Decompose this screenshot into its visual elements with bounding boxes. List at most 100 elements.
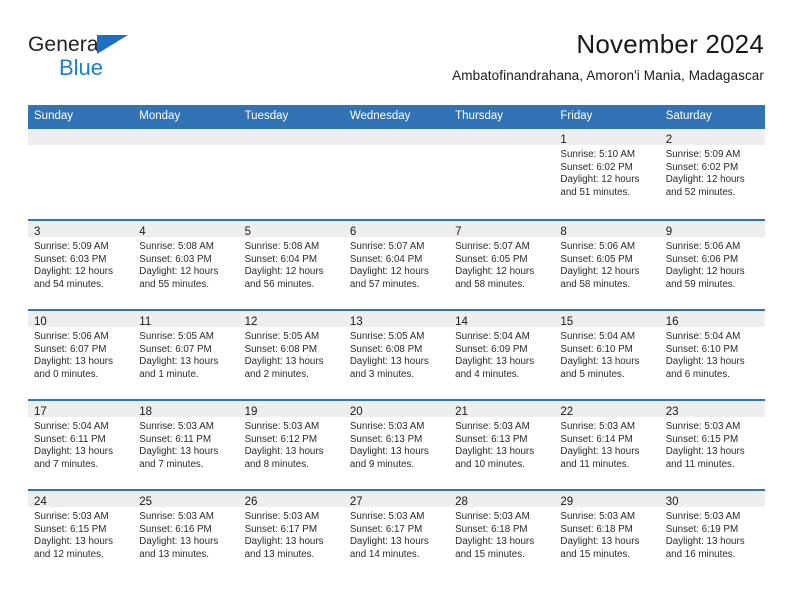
daylight-text-line1: Daylight: 12 hours [244,266,324,278]
day-sun-info: Sunrise: 5:03 AM Sunset: 6:18 PM Daylight:… [554,507,659,561]
daylight-text-line2: and 3 minutes. [349,368,415,380]
sunset-text: Sunset: 6:07 PM [139,343,212,355]
weekday-header-wednesday: Wednesday [349,110,411,122]
sunrise-text: Sunrise: 5:03 AM [560,511,636,522]
daylight-text-line2: and 51 minutes. [560,186,631,198]
calendar-day-cell[interactable]: 11 Sunrise: 5:05 AM Sunset: 6:07 PM Dayligh… [133,311,239,399]
daylight-text-line1: Daylight: 13 hours [34,356,113,368]
brand-logo[interactable]: General Blue [28,34,208,90]
page-title: November 2024 [576,29,764,59]
day-number-band: 7 [449,221,555,238]
calendar-day-cell[interactable]: 20 Sunrise: 5:03 AM Sunset: 6:13 PM Dayligh… [343,401,450,489]
calendar-day-cell[interactable]: 1 Sunrise: 5:10 AM Sunset: 6:02 PM Daylight… [554,129,660,219]
calendar-body: 1 Sunrise: 5:10 AM Sunset: 6:02 PM Daylight… [28,129,765,579]
brand-name-blue: Blue [59,55,104,80]
day-sun-info: Sunrise: 5:06 AM Sunset: 6:06 PM Daylight:… [660,237,765,291]
calendar-day-cell[interactable]: 14 Sunrise: 5:04 AM Sunset: 6:09 PM Dayligh… [449,311,555,399]
calendar-day-cell[interactable]: 27 Sunrise: 5:03 AM Sunset: 6:17 PM Dayligh… [343,491,450,579]
calendar-day-cell[interactable]: 28 Sunrise: 5:03 AM Sunset: 6:18 PM Dayligh… [449,491,555,579]
page-header: General Blue November 2024 Ambatofinandr… [28,28,764,96]
triangle-icon [97,35,128,54]
daylight-text-line1: Daylight: 13 hours [560,536,640,548]
day-sun-info: Sunrise: 5:03 AM Sunset: 6:16 PM Daylight:… [133,507,238,561]
sunset-text: Sunset: 6:08 PM [244,343,317,355]
daylight-text-line1: Daylight: 13 hours [349,446,429,458]
calendar-day-cell[interactable]: 22 Sunrise: 5:03 AM Sunset: 6:14 PM Dayligh… [554,401,660,489]
daylight-text-line2: and 13 minutes. [139,548,209,560]
calendar-day-cell[interactable]: 19 Sunrise: 5:03 AM Sunset: 6:12 PM Dayligh… [238,401,344,489]
daylight-text-line2: and 12 minutes. [34,548,104,560]
day-number-band: 22 [554,401,660,418]
calendar-day-cell[interactable]: 6 Sunrise: 5:07 AM Sunset: 6:04 PM Daylight… [343,221,450,309]
daylight-text-line1: Daylight: 13 hours [34,536,113,548]
sunrise-text: Sunrise: 5:10 AM [560,149,636,160]
calendar-day-cell[interactable]: 13 Sunrise: 5:05 AM Sunset: 6:08 PM Dayligh… [343,311,450,399]
day-sun-info: Sunrise: 5:03 AM Sunset: 6:13 PM Daylight:… [344,417,449,471]
day-sun-info: Sunrise: 5:03 AM Sunset: 6:19 PM Daylight:… [660,507,765,561]
daylight-text-line1: Daylight: 12 hours [349,266,429,278]
calendar-day-cell[interactable]: 10 Sunrise: 5:06 AM Sunset: 6:07 PM Dayligh… [28,311,134,399]
sunset-text: Sunset: 6:11 PM [34,433,106,445]
day-number: 23 [665,406,679,418]
calendar-day-cell[interactable]: 23 Sunrise: 5:03 AM Sunset: 6:15 PM Dayligh… [659,401,765,489]
sunset-text: Sunset: 6:14 PM [560,433,633,445]
calendar-day-cell[interactable]: 30 Sunrise: 5:03 AM Sunset: 6:19 PM Dayligh… [659,491,765,579]
calendar-day-cell[interactable]: 26 Sunrise: 5:03 AM Sunset: 6:17 PM Dayligh… [238,491,344,579]
day-number-band: 11 [133,311,239,328]
daylight-text-line1: Daylight: 12 hours [665,266,745,278]
calendar-day-cell[interactable]: 24 Sunrise: 5:03 AM Sunset: 6:15 PM Dayligh… [28,491,134,579]
sunset-text: Sunset: 6:17 PM [244,523,317,535]
page-subtitle: Ambatofinandrahana, Amoron'i Mania, Mada… [452,68,764,83]
day-number: 18 [139,406,153,418]
day-number-band [343,129,450,145]
calendar-day-cell[interactable]: 21 Sunrise: 5:03 AM Sunset: 6:13 PM Dayligh… [449,401,555,489]
daylight-text-line2: and 16 minutes. [665,548,736,560]
day-number-band: 18 [133,401,239,418]
daylight-text-line1: Daylight: 13 hours [244,446,324,458]
day-sun-info: Sunrise: 5:07 AM Sunset: 6:04 PM Daylight:… [344,237,449,291]
sunset-text: Sunset: 6:04 PM [349,253,423,265]
day-number: 15 [560,316,574,328]
daylight-text-line1: Daylight: 13 hours [665,536,745,548]
daylight-text-line1: Daylight: 13 hours [455,356,535,368]
day-number-band: 9 [659,221,765,238]
sunset-text: Sunset: 6:18 PM [560,523,633,535]
day-number-band: 6 [343,221,450,238]
calendar-day-cell[interactable]: 25 Sunrise: 5:03 AM Sunset: 6:16 PM Dayligh… [133,491,239,579]
sunrise-text: Sunrise: 5:03 AM [665,421,741,432]
weekday-header-friday: Friday [560,110,593,122]
sunrise-text: Sunrise: 5:03 AM [34,511,109,522]
sunrise-text: Sunrise: 5:06 AM [560,241,636,252]
day-number: 7 [455,226,462,238]
day-number-band [28,129,134,145]
calendar-day-cell[interactable]: 18 Sunrise: 5:03 AM Sunset: 6:11 PM Dayligh… [133,401,239,489]
calendar-day-cell[interactable]: 29 Sunrise: 5:03 AM Sunset: 6:18 PM Dayligh… [554,491,660,579]
day-number-band: 28 [449,491,555,508]
calendar-day-cell[interactable]: 8 Sunrise: 5:06 AM Sunset: 6:05 PM Daylight… [554,221,660,309]
calendar-day-cell[interactable]: 3 Sunrise: 5:09 AM Sunset: 6:03 PM Daylight… [28,221,134,309]
day-number: 20 [349,406,363,418]
calendar-day-cell[interactable]: 16 Sunrise: 5:04 AM Sunset: 6:10 PM Dayligh… [659,311,765,399]
sunrise-text: Sunrise: 5:09 AM [665,149,741,160]
daylight-text-line2: and 0 minutes. [34,368,99,380]
calendar-day-cell[interactable]: 15 Sunrise: 5:04 AM Sunset: 6:10 PM Dayligh… [554,311,660,399]
sunrise-text: Sunrise: 5:05 AM [349,331,425,342]
calendar-day-cell[interactable]: 4 Sunrise: 5:08 AM Sunset: 6:03 PM Daylight… [133,221,239,309]
calendar-day-cell[interactable]: 9 Sunrise: 5:06 AM Sunset: 6:06 PM Daylight… [659,221,765,309]
calendar-day-cell[interactable]: 5 Sunrise: 5:08 AM Sunset: 6:04 PM Daylight… [238,221,344,309]
day-sun-info: Sunrise: 5:03 AM Sunset: 6:14 PM Daylight:… [554,417,659,471]
daylight-text-line1: Daylight: 12 hours [560,266,640,278]
daylight-text-line2: and 7 minutes. [34,458,99,470]
sunrise-text: Sunrise: 5:08 AM [139,241,214,252]
sunrise-text: Sunrise: 5:07 AM [455,241,530,252]
sunrise-text: Sunrise: 5:06 AM [34,331,109,342]
day-number-band: 15 [554,311,660,328]
day-number: 6 [349,226,357,238]
calendar-page: General Blue November 2024 Ambatofinandr… [0,0,792,612]
day-number-band: 25 [133,491,239,508]
calendar-day-cell[interactable]: 2 Sunrise: 5:09 AM Sunset: 6:02 PM Daylight… [659,129,765,219]
calendar-day-cell[interactable]: 17 Sunrise: 5:04 AM Sunset: 6:11 PM Dayligh… [28,401,134,489]
calendar-day-cell[interactable]: 7 Sunrise: 5:07 AM Sunset: 6:05 PM Daylight… [449,221,555,309]
sunrise-text: Sunrise: 5:08 AM [244,241,320,252]
calendar-day-cell[interactable]: 12 Sunrise: 5:05 AM Sunset: 6:08 PM Dayligh… [238,311,344,399]
